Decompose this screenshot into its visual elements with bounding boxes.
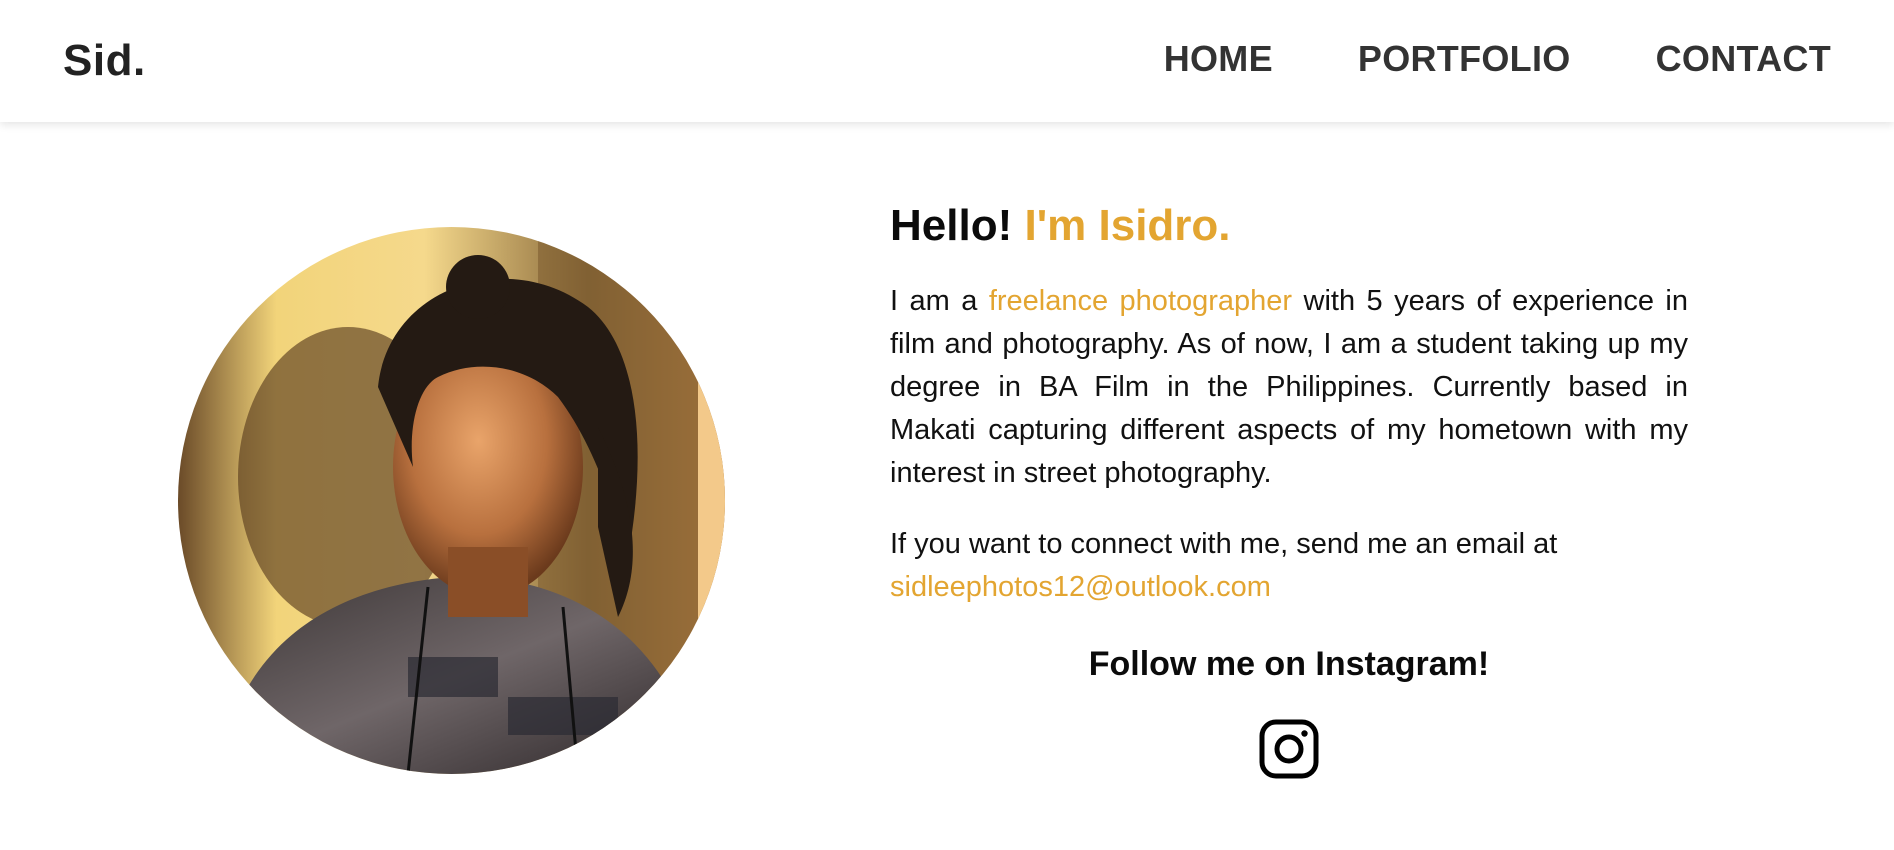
portrait-image: [178, 227, 725, 774]
nav-portfolio-link[interactable]: PORTFOLIO: [1358, 38, 1571, 80]
freelance-photographer-link[interactable]: freelance photographer: [989, 285, 1292, 317]
brand-logo[interactable]: Sid.: [63, 36, 146, 86]
instagram-link[interactable]: [1259, 719, 1319, 779]
about-section: Hello! I'm Isidro. I am a freelance phot…: [890, 200, 1688, 779]
greeting-name: I'm Isidro.: [1024, 201, 1231, 250]
profile-photo: [178, 227, 725, 774]
bio-text-start: I am a: [890, 285, 989, 317]
nav-contact-link[interactable]: CONTACT: [1656, 38, 1831, 80]
greeting-prefix: Hello!: [890, 201, 1013, 250]
greeting-heading: Hello! I'm Isidro.: [890, 200, 1688, 252]
nav-home-link[interactable]: HOME: [1164, 38, 1273, 80]
contact-text: If you want to connect with me, send me …: [890, 523, 1688, 609]
navbar: Sid. HOME PORTFOLIO CONTACT: [0, 0, 1894, 122]
email-link[interactable]: sidleephotos12@outlook.com: [890, 566, 1688, 609]
instagram-icon: [1259, 719, 1319, 779]
bio-paragraph: I am a freelance photographer with 5 yea…: [890, 280, 1688, 495]
nav-links: HOME PORTFOLIO CONTACT: [1164, 38, 1831, 80]
contact-intro: If you want to connect with me, send me …: [890, 528, 1558, 560]
follow-heading: Follow me on Instagram!: [1088, 645, 1490, 683]
